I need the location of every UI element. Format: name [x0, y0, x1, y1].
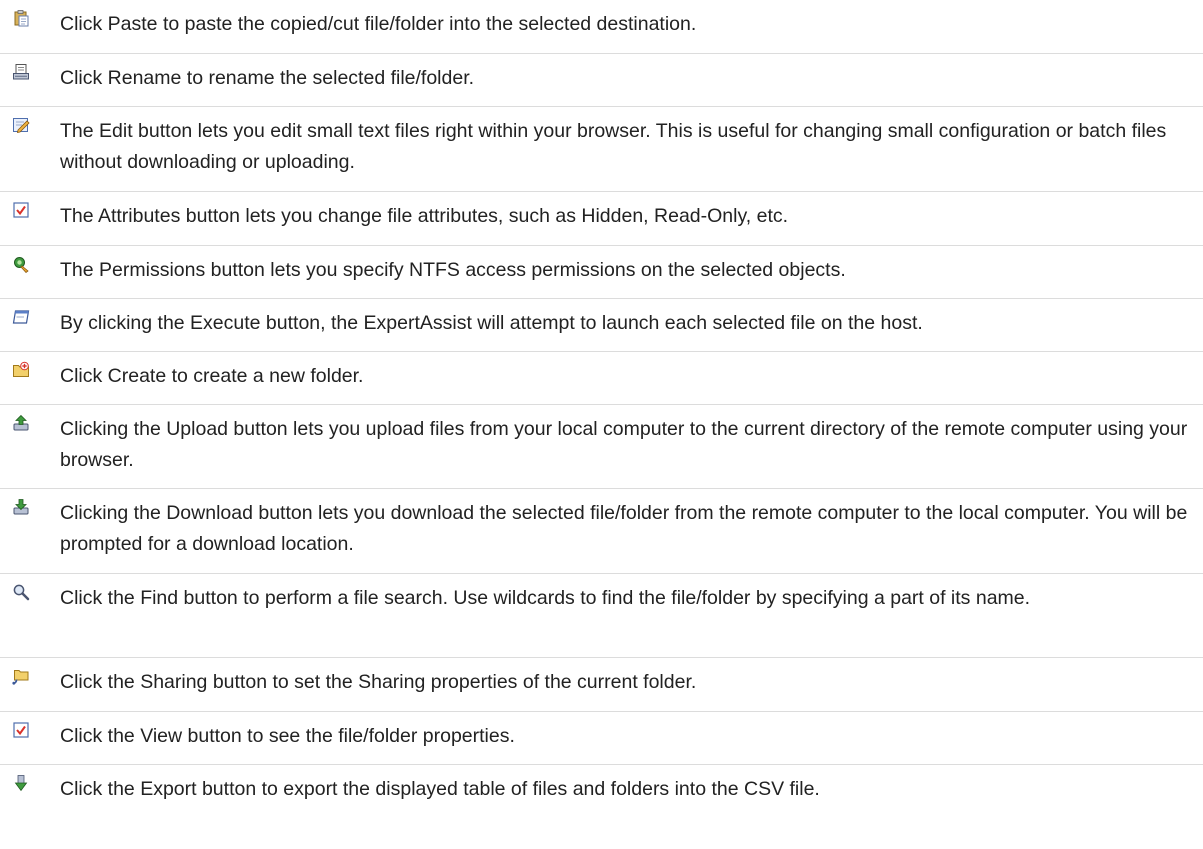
- edit-icon: [12, 116, 30, 134]
- list-item-sharing: Click the Sharing button to set the Shar…: [0, 658, 1203, 712]
- list-item-paste: Click Paste to paste the copied/cut file…: [0, 0, 1203, 54]
- toolbar-button-descriptions: Click Paste to paste the copied/cut file…: [0, 0, 1203, 819]
- execute-icon: [12, 308, 30, 326]
- list-item-edit: The Edit button lets you edit small text…: [0, 107, 1203, 192]
- list-item-text: Click Rename to rename the selected file…: [60, 67, 475, 89]
- list-item-attributes: The Attributes button lets you change fi…: [0, 192, 1203, 246]
- list-item-execute: By clicking the Execute button, the Expe…: [0, 299, 1203, 352]
- rename-icon: [12, 63, 30, 81]
- list-item-text: By clicking the Execute button, the Expe…: [60, 312, 923, 334]
- list-item-permissions: The Permissions button lets you specify …: [0, 246, 1203, 299]
- list-item-download: Clicking the Download button lets you do…: [0, 489, 1203, 574]
- list-item-text: Click the View button to see the file/fo…: [60, 725, 515, 747]
- download-icon: [12, 498, 30, 516]
- export-icon: [12, 774, 30, 792]
- upload-icon: [12, 414, 30, 432]
- permissions-icon: [12, 255, 30, 273]
- list-item-text: Click the Find button to perform a file …: [60, 587, 1031, 609]
- paste-icon: [12, 9, 30, 27]
- list-item-text: Clicking the Upload button lets you uplo…: [60, 418, 1188, 471]
- list-item-view: Click the View button to see the file/fo…: [0, 712, 1203, 765]
- attributes-icon: [12, 201, 30, 219]
- sharing-icon: [12, 667, 30, 685]
- list-item-text: The Attributes button lets you change fi…: [60, 205, 789, 227]
- list-item-text: The Edit button lets you edit small text…: [60, 120, 1167, 173]
- list-item-create: Click Create to create a new folder.: [0, 352, 1203, 405]
- list-item-find: Click the Find button to perform a file …: [0, 574, 1203, 658]
- list-item-rename: Click Rename to rename the selected file…: [0, 54, 1203, 107]
- create-folder-icon: [12, 361, 30, 379]
- view-properties-icon: [12, 721, 30, 739]
- list-item-text: Click Paste to paste the copied/cut file…: [60, 13, 697, 35]
- find-icon: [12, 583, 30, 601]
- list-item-text: Click the Sharing button to set the Shar…: [60, 671, 697, 693]
- list-item-text: Clicking the Download button lets you do…: [60, 502, 1188, 555]
- list-item-export: Click the Export button to export the di…: [0, 765, 1203, 819]
- list-item-upload: Clicking the Upload button lets you uplo…: [0, 405, 1203, 489]
- list-item-text: The Permissions button lets you specify …: [60, 259, 846, 281]
- list-item-text: Click the Export button to export the di…: [60, 778, 820, 800]
- list-item-text: Click Create to create a new folder.: [60, 365, 364, 387]
